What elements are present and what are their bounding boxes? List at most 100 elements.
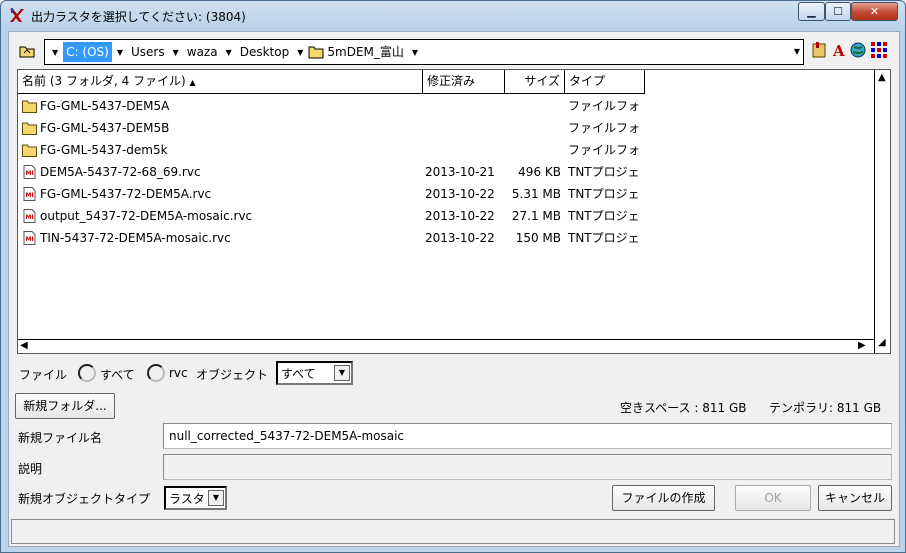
rvc-file-icon: MI bbox=[22, 165, 37, 179]
file-name: FG-GML-5437-dem5k bbox=[40, 143, 168, 157]
vertical-scrollbar[interactable]: ▲ ◢ bbox=[874, 70, 890, 353]
title-bar[interactable]: 出力ラスタを選択してください: (3804) ▁ ☐ ✕ bbox=[1, 1, 905, 31]
file-modified bbox=[425, 95, 505, 117]
crumb-desktop[interactable]: Desktop bbox=[237, 42, 293, 62]
chevron-down-icon[interactable]: ▼ bbox=[334, 365, 350, 381]
object-filter-value: すべて bbox=[281, 367, 316, 381]
file-type: TNTプロジェ bbox=[568, 209, 640, 223]
crumb-user[interactable]: waza bbox=[184, 42, 221, 62]
new-folder-button[interactable]: 新規フォルダ... bbox=[15, 393, 115, 419]
file-type: TNTプロジェ bbox=[568, 165, 640, 179]
description-label: 説明 bbox=[18, 462, 43, 476]
folder-icon bbox=[22, 121, 37, 135]
object-type-value: ラスタ bbox=[169, 492, 205, 506]
up-folder-icon[interactable] bbox=[19, 43, 35, 59]
file-name: TIN-5437-72-DEM5A-mosaic.rvc bbox=[40, 231, 231, 245]
file-modified bbox=[425, 139, 505, 161]
globe-icon[interactable] bbox=[850, 41, 868, 59]
grid-icon[interactable] bbox=[870, 41, 888, 59]
ok-button[interactable]: OK bbox=[735, 485, 811, 511]
chevron-down-icon[interactable]: ▼ bbox=[117, 48, 123, 57]
file-type: ファイルフォ bbox=[568, 121, 641, 135]
folder-icon bbox=[22, 99, 37, 113]
folder-row[interactable]: FG-GML-5437-DEM5B ファイルフォ bbox=[18, 117, 868, 139]
object-type-select[interactable]: ラスタ ▼ bbox=[164, 486, 227, 510]
column-header-type[interactable]: タイプ bbox=[565, 70, 645, 94]
bookmark-folder-icon[interactable] bbox=[811, 41, 829, 59]
new-file-label: 新規ファイル名 bbox=[18, 431, 103, 445]
object-filter-select[interactable]: すべて ▼ bbox=[276, 361, 353, 385]
file-row[interactable]: MI DEM5A-5437-72-68_69.rvc 2013-10-21 496 K… bbox=[18, 161, 868, 183]
horizontal-scrollbar[interactable]: ◀ ▶ bbox=[18, 339, 874, 353]
chevron-down-icon[interactable]: ▼ bbox=[226, 48, 232, 57]
new-file-name-input[interactable]: null_corrected_5437-72-DEM5A-mosaic bbox=[163, 423, 892, 449]
file-name: output_5437-72-DEM5A-mosaic.rvc bbox=[40, 209, 253, 223]
file-name: DEM5A-5437-72-68_69.rvc bbox=[40, 165, 201, 179]
sort-ascending-icon: ▲ bbox=[189, 78, 196, 87]
folder-icon bbox=[22, 143, 37, 157]
file-name: FG-GML-5437-72-DEM5A.rvc bbox=[40, 187, 212, 201]
rvc-file-icon: MI bbox=[22, 209, 37, 223]
path-bar[interactable]: ▼ C: (OS) ▼ Users ▼ waza ▼ Desktop ▼ 5mD… bbox=[44, 39, 804, 65]
scroll-left-icon[interactable]: ◀ bbox=[20, 341, 28, 351]
dialog-client: ▼ C: (OS) ▼ Users ▼ waza ▼ Desktop ▼ 5mD… bbox=[8, 31, 900, 547]
minimize-button[interactable]: ▁ bbox=[798, 2, 825, 21]
file-modified: 2013-10-22 bbox=[425, 187, 495, 201]
file-modified bbox=[425, 117, 505, 139]
file-name: FG-GML-5437-DEM5A bbox=[40, 99, 170, 113]
file-size: 496 KB bbox=[518, 165, 561, 179]
svg-text:MI: MI bbox=[26, 192, 34, 199]
chevron-down-icon[interactable]: ▼ bbox=[208, 490, 224, 506]
path-dropdown-icon[interactable]: ▼ bbox=[794, 47, 800, 56]
scroll-right-icon[interactable]: ▶ bbox=[858, 341, 866, 351]
svg-text:MI: MI bbox=[26, 214, 34, 221]
file-row[interactable]: MI output_5437-72-DEM5A-mosaic.rvc 2013-10… bbox=[18, 205, 868, 227]
file-list[interactable]: 名前 (3 フォルダ, 4 ファイル) ▲ 修正済み サイズ タイプ FG-GM… bbox=[17, 69, 891, 354]
close-button[interactable]: ✕ bbox=[851, 2, 898, 21]
file-row[interactable]: MI FG-GML-5437-72-DEM5A.rvc 2013-10-22 5.31… bbox=[18, 183, 868, 205]
folder-row[interactable]: FG-GML-5437-dem5k ファイルフォ bbox=[18, 139, 868, 161]
maximize-button[interactable]: ☐ bbox=[825, 2, 851, 21]
object-filter-label: オブジェクト bbox=[196, 368, 269, 382]
file-size: 27.1 MB bbox=[511, 209, 561, 223]
file-row[interactable]: MI TIN-5437-72-DEM5A-mosaic.rvc 2013-10-22… bbox=[18, 227, 868, 249]
radio-rvc[interactable] bbox=[147, 364, 165, 382]
cancel-button[interactable]: キャンセル bbox=[818, 485, 892, 511]
free-space-text: 空きスペース : 811 GB bbox=[620, 401, 747, 415]
rvc-file-icon: MI bbox=[22, 187, 37, 201]
radio-all[interactable] bbox=[78, 364, 96, 382]
file-size bbox=[505, 117, 561, 139]
file-size: 150 MB bbox=[515, 231, 561, 245]
chevron-down-icon[interactable]: ▼ bbox=[297, 48, 303, 57]
svg-text:A: A bbox=[832, 42, 845, 59]
folder-row[interactable]: FG-GML-5437-DEM5A ファイルフォ bbox=[18, 95, 868, 117]
file-type: TNTプロジェ bbox=[568, 231, 640, 245]
font-icon[interactable]: A bbox=[831, 41, 849, 60]
file-size bbox=[505, 139, 561, 161]
scroll-corner-icon: ◢ bbox=[878, 337, 886, 348]
tnt-app-icon bbox=[9, 7, 25, 23]
column-header-size[interactable]: サイズ bbox=[505, 70, 565, 94]
chevron-down-icon[interactable]: ▼ bbox=[52, 48, 58, 57]
description-input[interactable] bbox=[163, 454, 892, 480]
crumb-folder[interactable]: 5mDEM_富山 bbox=[324, 42, 407, 62]
svg-text:MI: MI bbox=[26, 170, 34, 177]
file-name: FG-GML-5437-DEM5B bbox=[40, 121, 170, 135]
column-header-modified[interactable]: 修正済み bbox=[423, 70, 505, 94]
file-size: 5.31 MB bbox=[511, 187, 561, 201]
rvc-file-icon: MI bbox=[22, 231, 37, 245]
column-header-name[interactable]: 名前 (3 フォルダ, 4 ファイル) ▲ bbox=[18, 70, 423, 94]
create-file-button[interactable]: ファイルの作成 bbox=[612, 485, 715, 511]
crumb-drive[interactable]: C: (OS) bbox=[63, 42, 112, 62]
file-type: TNTプロジェ bbox=[568, 187, 640, 201]
breadcrumb: ▼ C: (OS) ▼ Users ▼ waza ▼ Desktop ▼ 5mD… bbox=[47, 42, 423, 62]
crumb-users[interactable]: Users bbox=[128, 42, 168, 62]
file-modified: 2013-10-22 bbox=[425, 231, 495, 245]
chevron-down-icon[interactable]: ▼ bbox=[412, 48, 418, 57]
dialog-window: 出力ラスタを選択してください: (3804) ▁ ☐ ✕ ▼ C: (OS) ▼… bbox=[0, 0, 906, 553]
window-title: 出力ラスタを選択してください: (3804) bbox=[31, 10, 246, 24]
file-modified: 2013-10-22 bbox=[425, 209, 495, 223]
status-bar bbox=[11, 519, 895, 544]
scroll-up-icon[interactable]: ▲ bbox=[878, 73, 886, 83]
chevron-down-icon[interactable]: ▼ bbox=[173, 48, 179, 57]
